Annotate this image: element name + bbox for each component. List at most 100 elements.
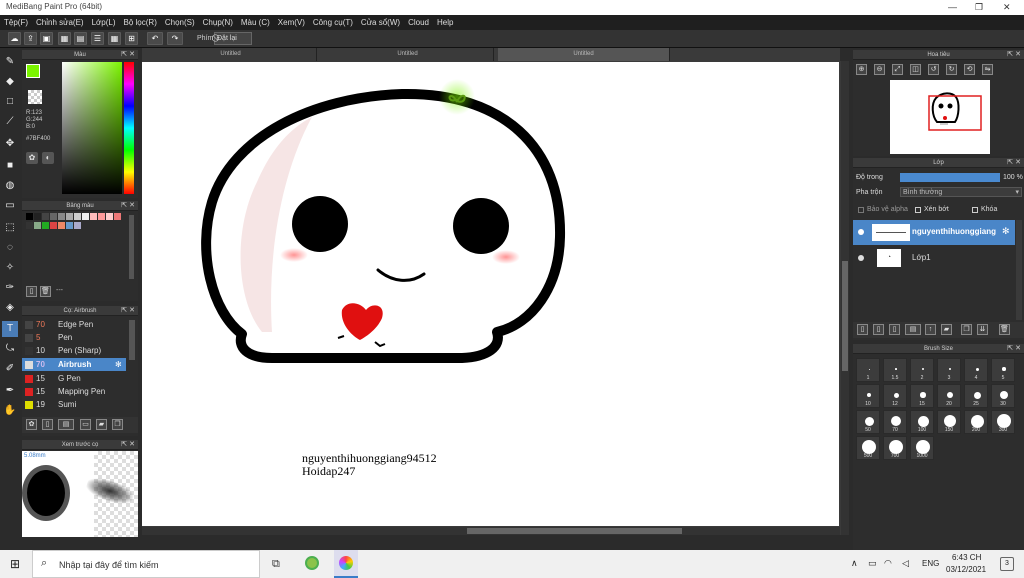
clock-time[interactable]: 6:43 CH [952,553,981,562]
palette-swatch[interactable] [34,222,41,229]
layer-up-icon[interactable]: ↑ [925,324,936,335]
brush-size-option[interactable]: 700 [883,436,907,460]
lock-checkbox[interactable] [972,207,978,213]
minimize-icon[interactable]: — [948,2,957,12]
rotate-left-icon[interactable]: ↺ [928,64,939,75]
layer-folder-icon[interactable]: ▰ [941,324,952,335]
color-settings-icon[interactable]: ◐ [42,152,54,164]
fit-icon[interactable]: ⤢ [892,64,903,75]
close-icon[interactable]: ✕ [1015,50,1021,60]
pin-icon[interactable]: ⇱ [121,440,127,450]
menu-tools[interactable]: Công cụ(T) [313,18,353,27]
gear-icon[interactable]: ✻ [115,358,122,371]
brush-size-option[interactable]: 3 [937,358,961,382]
move-tool-icon[interactable]: ✥ [2,136,18,152]
brush-size-option[interactable]: 500 [856,436,880,460]
brush-menu-icon[interactable]: ▤ [58,419,74,430]
opacity-slider[interactable] [900,173,1000,182]
maximize-icon[interactable]: ❐ [975,2,983,13]
brush-item[interactable]: 15 G Pen [22,372,126,385]
layer-row[interactable]: ◔ Lớp1 [853,246,1015,271]
tab-untitled-2[interactable]: Untitled [322,48,494,61]
flip-icon[interactable]: ⇋ [982,64,993,75]
palette-swatch[interactable] [98,213,105,220]
zoom-in-icon[interactable]: ⊕ [856,64,867,75]
operation-tool-icon[interactable]: ⤿ [2,341,18,357]
menu-file[interactable]: Tệp(F) [4,18,28,27]
horizontal-scrollbar[interactable] [142,527,840,535]
bucket-tool-icon[interactable]: ◍ [2,178,18,194]
brush-size-option[interactable]: 12 [883,384,907,408]
hand-tool-icon[interactable]: ✋ [2,403,18,419]
brush-item[interactable]: 70 Edge Pen [22,318,126,331]
protect-alpha-checkbox[interactable] [858,207,864,213]
menu-snap[interactable]: Chụp(N) [203,18,233,27]
pin-icon[interactable]: ⇱ [121,306,127,316]
brush-tool-icon[interactable]: ✎ [2,54,18,70]
brush-item[interactable]: 19 Sumi [22,398,126,411]
crop-icon[interactable]: ⊞ [125,32,138,45]
brush-item[interactable]: 5 Pen [22,331,126,344]
brush-size-option[interactable]: 10 [856,384,880,408]
text-tool-icon[interactable]: T [2,321,18,337]
brush-size-option[interactable]: 300 [991,410,1015,434]
vertical-scroll-thumb[interactable] [842,261,848,371]
brush-size-option[interactable]: 2 [910,358,934,382]
brush-size-option[interactable]: 1000 [910,436,934,460]
fill-rect-tool-icon[interactable]: ■ [2,158,18,174]
close-icon[interactable]: ✕ [129,306,135,316]
pin-icon[interactable]: ⇱ [1007,50,1013,60]
menu-layer[interactable]: Lớp(L) [92,18,116,27]
layer-menu-icon[interactable]: ▤ [905,324,921,335]
palette-swatch[interactable] [66,222,73,229]
layer-scrollbar[interactable] [1016,220,1022,320]
battery-icon[interactable]: ▭ [868,558,877,569]
gradient-tool-icon[interactable]: ▭ [2,198,18,214]
drawing-canvas[interactable]: nguyenthihuonggiang94512 Hoidap247 [142,62,839,526]
copy-brush-icon[interactable]: ▭ [80,419,91,430]
new-palette-icon[interactable]: ▯ [26,286,37,297]
palette-swatch[interactable] [50,222,57,229]
merge-layer-icon[interactable]: ⇊ [977,324,988,335]
add-brush-icon[interactable]: ✿ [26,419,37,430]
palette-swatch[interactable] [50,213,57,220]
select-tool-icon[interactable]: ⬚ [2,220,18,236]
brush-size-option[interactable]: 5 [991,358,1015,382]
menu-select[interactable]: Chọn(S) [165,18,195,27]
notification-icon[interactable]: 3 [1000,557,1014,571]
reset-view-icon[interactable]: ⟲ [964,64,975,75]
pin-icon[interactable]: ⇱ [121,201,127,211]
palette-swatch[interactable] [58,213,65,220]
pin-icon[interactable]: ⇱ [1007,344,1013,354]
close-icon[interactable]: ✕ [1003,2,1011,13]
hue-slider[interactable] [124,62,134,194]
brush-size-option[interactable]: 1 [856,358,880,382]
delete-layer-icon[interactable]: 🗑 [999,324,1010,335]
pin-icon[interactable]: ⇱ [121,50,127,60]
rect-tool-icon[interactable]: □ [2,94,18,110]
new-brush-icon[interactable]: ▯ [42,419,53,430]
new-layer-halftone-icon[interactable]: ▯ [889,324,900,335]
medibang-taskbar-button[interactable] [334,550,358,578]
lasso-tool-icon[interactable]: ◌ [2,240,18,256]
close-icon[interactable]: ✕ [129,50,135,60]
rotate-right-icon[interactable]: ↻ [946,64,957,75]
palette-swatch[interactable] [26,222,33,229]
grid3-icon[interactable]: ▦ [108,32,121,45]
close-icon[interactable]: ✕ [129,440,135,450]
menu-cloud[interactable]: Cloud [408,18,429,27]
task-view-icon[interactable]: ⧉ [272,558,280,571]
menu-color[interactable]: Màu (C) [241,18,270,27]
duplicate-icon[interactable]: ❐ [112,419,123,430]
brush-size-option[interactable]: 100 [910,410,934,434]
actual-size-icon[interactable]: ◫ [910,64,921,75]
search-box[interactable]: ⌕ Nhập tại đây để tìm kiếm [32,550,260,578]
network-icon[interactable]: ◠ [884,558,892,569]
line-tool-icon[interactable]: ⟋ [2,114,18,130]
delete-palette-icon[interactable]: 🗑 [40,286,51,297]
zoom-out-icon[interactable]: ⊖ [874,64,885,75]
brush-size-option[interactable]: 150 [937,410,961,434]
chevron-up-icon[interactable]: ∧ [851,558,858,569]
palette-swatch[interactable] [90,213,97,220]
vertical-scrollbar[interactable] [841,61,849,535]
